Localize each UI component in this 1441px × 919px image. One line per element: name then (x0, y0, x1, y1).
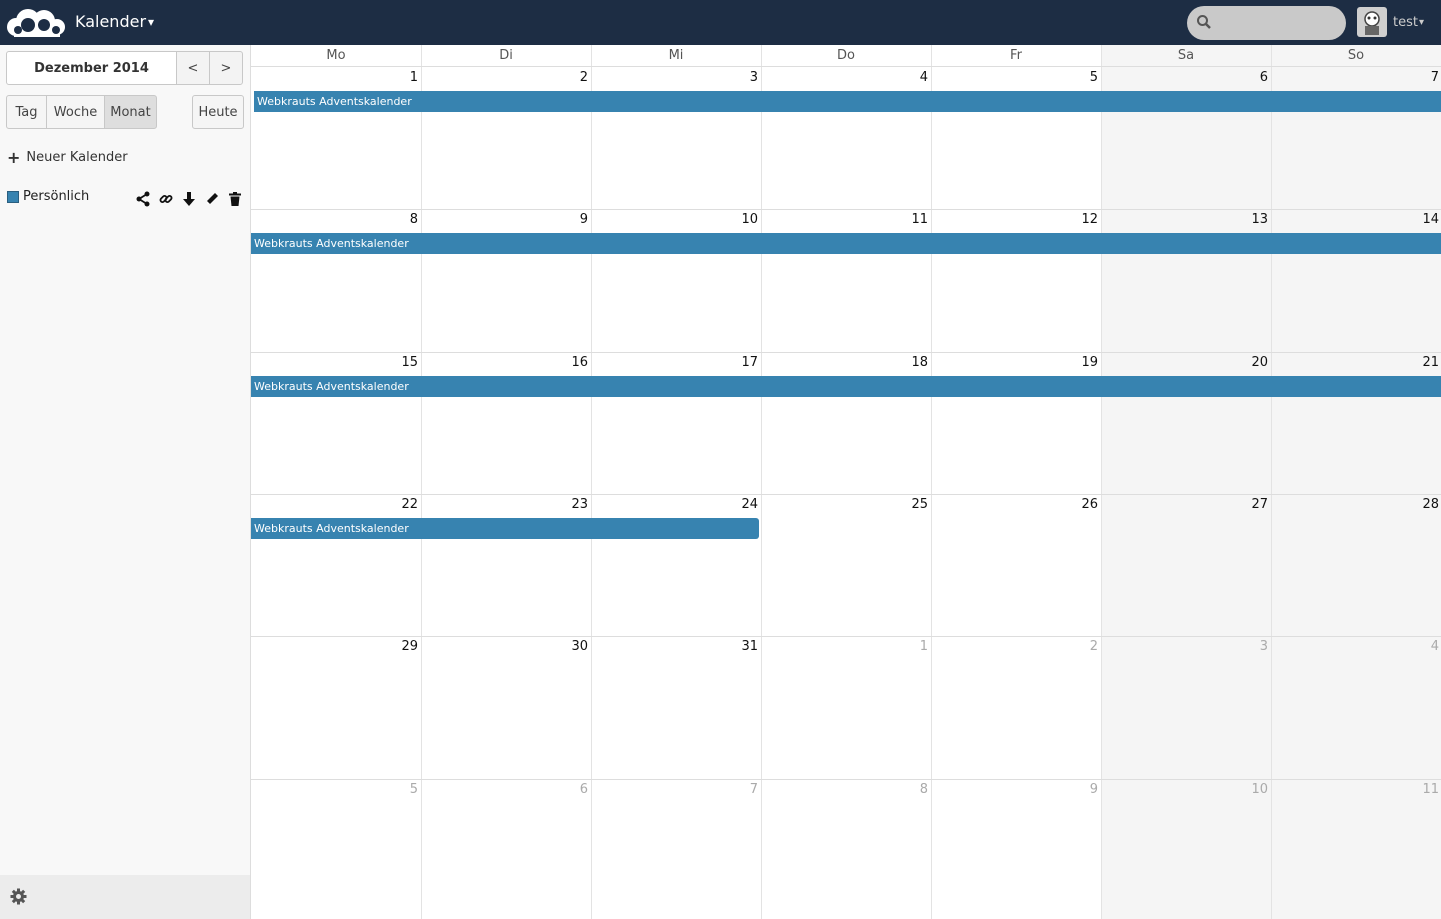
day-number[interactable]: 21 (1399, 355, 1439, 370)
day-number[interactable]: 3 (718, 70, 758, 85)
event-bar[interactable]: Webkrauts Adventskalender (254, 91, 1441, 112)
weekday-label: So (1347, 48, 1365, 63)
next-month-button[interactable]: > (209, 51, 243, 85)
event-bar[interactable]: Webkrauts Adventskalender (251, 518, 759, 539)
prev-month-button[interactable]: < (176, 51, 210, 85)
day-number[interactable]: 7 (718, 782, 758, 797)
column-divider (421, 45, 422, 919)
view-week-button[interactable]: Woche (46, 95, 105, 129)
day-number[interactable]: 12 (1058, 212, 1098, 227)
delete-icon[interactable] (227, 191, 243, 207)
day-number[interactable]: 5 (378, 782, 418, 797)
download-icon[interactable] (181, 191, 197, 207)
day-number[interactable]: 17 (718, 355, 758, 370)
week-divider (251, 494, 1441, 495)
event-bar[interactable]: Webkrauts Adventskalender (251, 233, 1441, 254)
day-number[interactable]: 13 (1228, 212, 1268, 227)
view-day-button[interactable]: Tag (6, 95, 47, 129)
weekday-label: Sa (1177, 48, 1195, 63)
week-divider (251, 352, 1441, 353)
day-number[interactable]: 6 (1228, 70, 1268, 85)
week-divider (251, 779, 1441, 780)
day-number[interactable]: 9 (548, 212, 588, 227)
owncloud-logo-icon[interactable] (6, 5, 66, 39)
day-number[interactable]: 25 (888, 497, 928, 512)
day-number[interactable]: 11 (1399, 782, 1439, 797)
day-number[interactable]: 1 (888, 639, 928, 654)
gear-icon[interactable] (10, 888, 27, 905)
day-number[interactable]: 23 (548, 497, 588, 512)
weekday-label: Mo (326, 48, 346, 63)
day-number[interactable]: 5 (1058, 70, 1098, 85)
day-number[interactable]: 11 (888, 212, 928, 227)
day-number[interactable]: 30 (548, 639, 588, 654)
share-icon[interactable] (135, 191, 151, 207)
day-number[interactable]: 10 (718, 212, 758, 227)
day-number[interactable]: 15 (378, 355, 418, 370)
day-number[interactable]: 7 (1399, 70, 1439, 85)
column-divider (931, 45, 932, 919)
day-number[interactable]: 8 (888, 782, 928, 797)
day-number[interactable]: 2 (1058, 639, 1098, 654)
view-month-button[interactable]: Monat (104, 95, 157, 129)
day-number[interactable]: 22 (378, 497, 418, 512)
sidebar: Dezember 2014 < > Tag Woche Monat Heute … (0, 45, 250, 919)
column-divider (761, 45, 762, 919)
day-number[interactable]: 18 (888, 355, 928, 370)
settings-bar (0, 875, 250, 919)
weekday-header-row: Mo Di Mi Do Fr Sa So (251, 45, 1441, 67)
column-divider (1101, 45, 1102, 919)
week-divider (251, 636, 1441, 637)
edit-icon[interactable] (204, 191, 220, 207)
day-number[interactable]: 24 (718, 497, 758, 512)
user-name[interactable]: test (1393, 15, 1418, 30)
calendar-list-item[interactable]: Persönlich (7, 189, 244, 208)
new-calendar-label: Neuer Kalender (26, 150, 128, 165)
day-number[interactable]: 19 (1058, 355, 1098, 370)
link-icon[interactable] (158, 191, 174, 207)
day-number[interactable]: 6 (548, 782, 588, 797)
day-number[interactable]: 28 (1399, 497, 1439, 512)
day-number[interactable]: 8 (378, 212, 418, 227)
day-number[interactable]: 4 (1399, 639, 1439, 654)
top-header: Kalender ▾ test ▾ (0, 0, 1441, 45)
new-calendar-button[interactable]: + Neuer Kalender (7, 148, 128, 167)
avatar[interactable] (1357, 7, 1387, 37)
column-divider (591, 45, 592, 919)
week-divider (251, 209, 1441, 210)
day-number[interactable]: 26 (1058, 497, 1098, 512)
calendar-color-swatch[interactable] (7, 191, 19, 203)
day-number[interactable]: 3 (1228, 639, 1268, 654)
weekday-label: Mi (668, 48, 684, 63)
day-number[interactable]: 4 (888, 70, 928, 85)
day-number[interactable]: 29 (378, 639, 418, 654)
plus-icon: + (7, 148, 21, 167)
column-divider (1271, 45, 1272, 919)
day-number[interactable]: 31 (718, 639, 758, 654)
day-number[interactable]: 14 (1399, 212, 1439, 227)
user-menu-caret-icon[interactable]: ▾ (1419, 17, 1424, 28)
search-icon (1197, 15, 1211, 29)
day-number[interactable]: 20 (1228, 355, 1268, 370)
month-calendar-grid[interactable]: Mo Di Mi Do Fr Sa So 1 2 3 4 5 6 7 8 9 10 11 12 13 14 15 16 17… (250, 45, 1441, 919)
today-button[interactable]: Heute (192, 95, 244, 129)
day-number[interactable]: 1 (378, 70, 418, 85)
event-bar[interactable]: Webkrauts Adventskalender (251, 376, 1441, 397)
app-title[interactable]: Kalender (75, 12, 146, 31)
weekday-label: Do (837, 48, 855, 63)
day-number[interactable]: 10 (1228, 782, 1268, 797)
current-date-button[interactable]: Dezember 2014 (6, 51, 177, 85)
day-number[interactable]: 16 (548, 355, 588, 370)
day-number[interactable]: 27 (1228, 497, 1268, 512)
weekday-label: Fr (1010, 48, 1022, 63)
day-number[interactable]: 2 (548, 70, 588, 85)
weekday-label: Di (499, 48, 513, 63)
app-menu-caret-icon[interactable]: ▾ (148, 15, 154, 29)
calendar-name[interactable]: Persönlich (23, 189, 89, 204)
day-number[interactable]: 9 (1058, 782, 1098, 797)
